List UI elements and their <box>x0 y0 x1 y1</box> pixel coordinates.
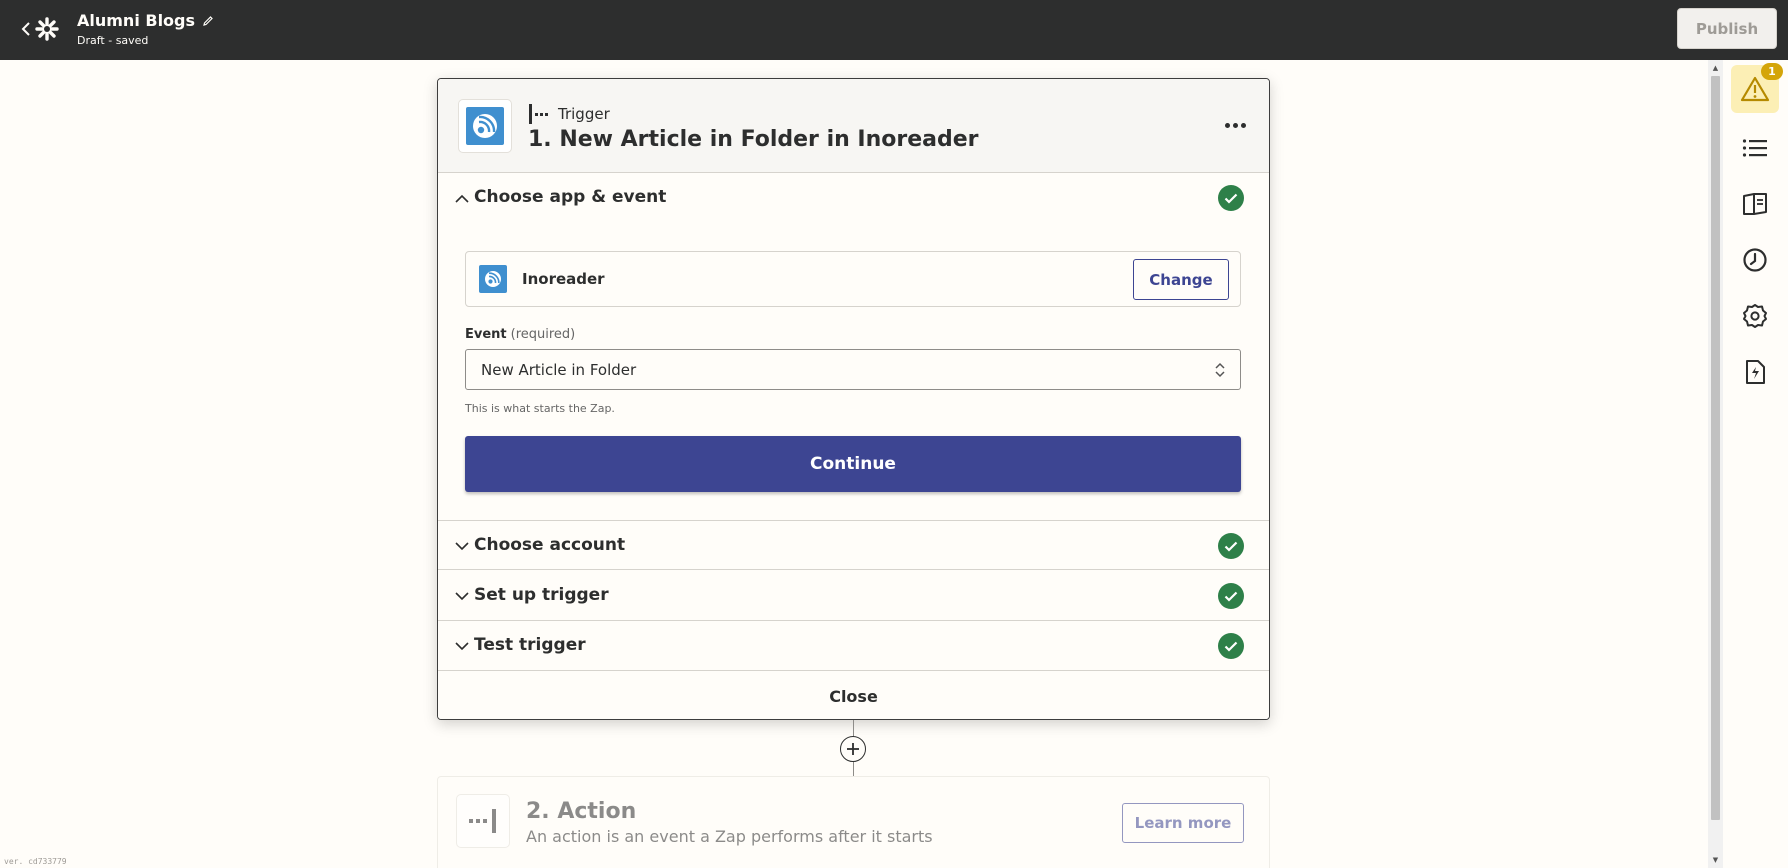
section-choose-app-event[interactable]: Choose app & event <box>438 173 1269 223</box>
add-step-button[interactable] <box>840 736 866 762</box>
zap-title[interactable]: Alumni Blogs <box>77 11 214 30</box>
chevron-down-icon <box>450 634 474 658</box>
scrollbar-thumb[interactable] <box>1711 76 1720 820</box>
sidebar-guide[interactable] <box>1731 180 1779 228</box>
sidebar-zap-file[interactable] <box>1731 348 1779 396</box>
zapier-logo-icon[interactable] <box>34 16 60 42</box>
check-complete-icon <box>1218 633 1244 659</box>
trigger-type-label: Trigger <box>558 105 610 123</box>
back-button[interactable] <box>16 16 36 42</box>
section-label: Choose account <box>474 535 626 555</box>
trigger-header[interactable]: Trigger 1. New Article in Folder in Inor… <box>438 79 1269 173</box>
guide-book-icon <box>1743 193 1767 215</box>
history-clock-icon <box>1743 248 1767 272</box>
change-app-button[interactable]: Change <box>1133 259 1229 300</box>
scroll-down-arrow-icon[interactable]: ▼ <box>1708 854 1723 866</box>
app-name: Inoreader <box>522 270 605 288</box>
trigger-step-icon <box>529 104 548 124</box>
scroll-up-arrow-icon[interactable]: ▲ <box>1708 62 1723 74</box>
continue-button[interactable]: Continue <box>465 436 1241 492</box>
event-select-value: New Article in Folder <box>481 361 637 379</box>
section-test-trigger[interactable]: Test trigger <box>438 621 1269 671</box>
selected-app-box: Inoreader Change <box>465 251 1241 307</box>
sidebar-outline[interactable] <box>1731 124 1779 172</box>
event-help-text: This is what starts the Zap. <box>465 402 615 415</box>
settings-gear-icon <box>1743 304 1767 328</box>
learn-more-button[interactable]: Learn more <box>1122 803 1244 843</box>
action-subtitle: An action is an event a Zap performs aft… <box>526 827 933 846</box>
action-title: 2. Action <box>526 799 637 824</box>
section-choose-account[interactable]: Choose account <box>438 520 1269 570</box>
chevron-up-icon <box>450 186 474 210</box>
section-label: Set up trigger <box>474 585 609 605</box>
top-bar: Alumni Blogs Draft - saved Publish <box>0 0 1788 60</box>
outline-list-icon <box>1742 139 1767 157</box>
trigger-title: 1. New Article in Folder in Inoreader <box>528 127 979 152</box>
check-complete-icon <box>1218 185 1244 211</box>
action-step-card[interactable]: 2. Action An action is an event a Zap pe… <box>437 776 1270 868</box>
inoreader-small-icon <box>479 265 507 293</box>
event-select[interactable]: New Article in Folder <box>465 349 1241 390</box>
plus-icon <box>847 743 859 755</box>
alerts-count-badge: 1 <box>1761 63 1783 80</box>
close-step-button[interactable]: Close <box>438 672 1269 719</box>
chevron-left-icon <box>21 22 30 36</box>
section-label: Choose app & event <box>474 187 667 207</box>
sidebar-settings[interactable] <box>1731 292 1779 340</box>
pencil-icon[interactable] <box>202 15 214 27</box>
chevron-down-icon <box>450 534 474 558</box>
section-set-up-trigger[interactable]: Set up trigger <box>438 571 1269 621</box>
inoreader-app-icon <box>458 99 512 153</box>
publish-button[interactable]: Publish <box>1677 8 1777 49</box>
trigger-type: Trigger <box>528 104 610 124</box>
zap-name: Alumni Blogs <box>77 11 196 30</box>
check-complete-icon <box>1218 583 1244 609</box>
section-label: Test trigger <box>474 635 586 655</box>
action-step-icon <box>456 794 510 848</box>
zap-file-icon <box>1746 360 1765 384</box>
version-label: ver. cd733779 <box>4 857 67 866</box>
scrollbar[interactable]: ▲ ▼ <box>1708 60 1723 868</box>
select-arrows-icon <box>1215 362 1225 378</box>
sidebar-history[interactable] <box>1731 236 1779 284</box>
zap-status: Draft - saved <box>77 34 149 47</box>
event-field-label: Event (required) <box>465 327 576 342</box>
more-options-icon[interactable] <box>1220 112 1250 138</box>
check-complete-icon <box>1218 533 1244 559</box>
trigger-step-card: Trigger 1. New Article in Folder in Inor… <box>437 78 1270 720</box>
chevron-down-icon <box>450 584 474 608</box>
